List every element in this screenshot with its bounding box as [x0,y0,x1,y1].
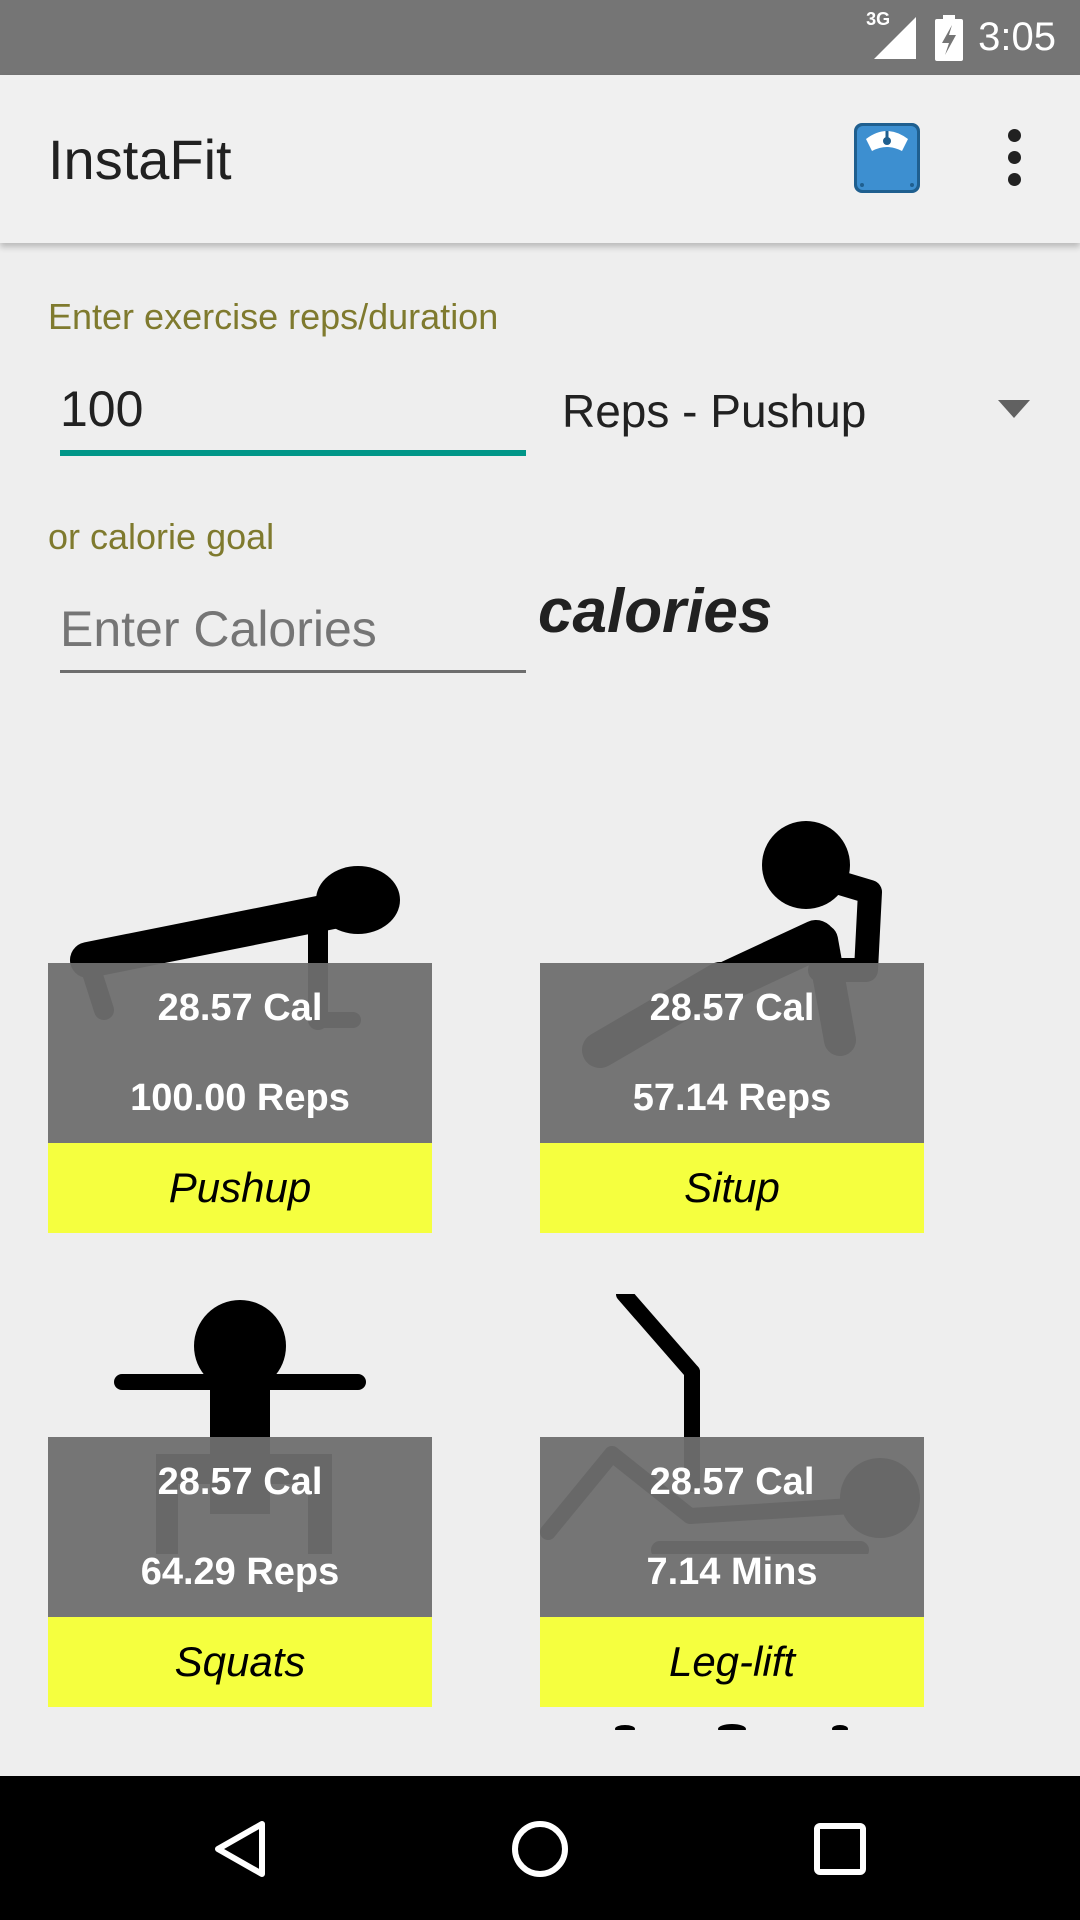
exercise-card-leg-lift[interactable]: 28.57 Cal 7.14 Mins Leg-lift [540,1294,924,1707]
calories-input-underline [60,670,526,673]
reps-input-underline [60,450,526,456]
back-icon [215,1821,265,1877]
exercise-card-squats[interactable]: 28.57 Cal 64.29 Reps Squats [48,1294,432,1707]
exercise-card-pushup[interactable]: 28.57 Cal 100.00 Reps Pushup [48,820,432,1233]
squats-amount: 64.29 Reps [140,1551,340,1593]
squats-name: Squats [48,1617,432,1707]
situp-amount: 57.14 Reps [632,1077,832,1119]
leg-lift-amount: 7.14 Mins [646,1551,818,1593]
pushup-calories: 28.57 Cal [157,987,323,1029]
situp-name: Situp [540,1143,924,1233]
squats-calories: 28.57 Cal [157,1461,323,1503]
navigation-bar [0,1776,1080,1920]
leg-lift-name: Leg-lift [540,1617,924,1707]
calorie-label: or calorie goal [48,516,275,557]
network-type: 3G [866,8,891,29]
status-time: 3:05 [978,15,1056,59]
home-button[interactable] [500,1816,580,1882]
scale-button[interactable] [852,119,922,195]
more-vert-icon[interactable] [1000,129,1028,189]
back-button[interactable] [200,1816,280,1882]
squats-stats: 28.57 Cal 64.29 Reps [48,1437,432,1617]
situp-stats: 28.57 Cal 57.14 Reps [540,963,924,1143]
dropdown-arrow-icon [998,400,1030,418]
status-icons: 3G 3:05 [866,0,1056,75]
pushup-name: Pushup [48,1143,432,1233]
leg-lift-stats: 28.57 Cal 7.14 Mins [540,1437,924,1617]
exercise-dropdown[interactable]: Reps - Pushup [540,372,1030,452]
reps-input[interactable] [60,380,526,438]
calories-input[interactable] [60,600,526,658]
situp-calories: 28.57 Cal [649,987,815,1029]
signal-icon: 3G [866,9,920,61]
exercise-card-situp[interactable]: 28.57 Cal 57.14 Reps Situp [540,820,924,1233]
recents-icon [814,1823,866,1875]
next-figure-peek [615,1724,848,1730]
recents-button[interactable] [800,1816,880,1882]
scale-icon [854,123,920,193]
battery-icon [935,14,964,61]
calories-unit-label: calories [538,577,773,646]
exercise-dropdown-value: Reps - Pushup [562,385,867,437]
app-bar: InstaFit [0,75,1080,243]
reps-label: Enter exercise reps/duration [48,296,499,337]
app-title: InstaFit [48,128,232,191]
home-icon [512,1821,568,1877]
pushup-stats: 28.57 Cal 100.00 Reps [48,963,432,1143]
pushup-amount: 100.00 Reps [130,1077,350,1119]
status-bar: 3G 3:05 [0,0,1080,75]
leg-lift-calories: 28.57 Cal [649,1461,815,1503]
